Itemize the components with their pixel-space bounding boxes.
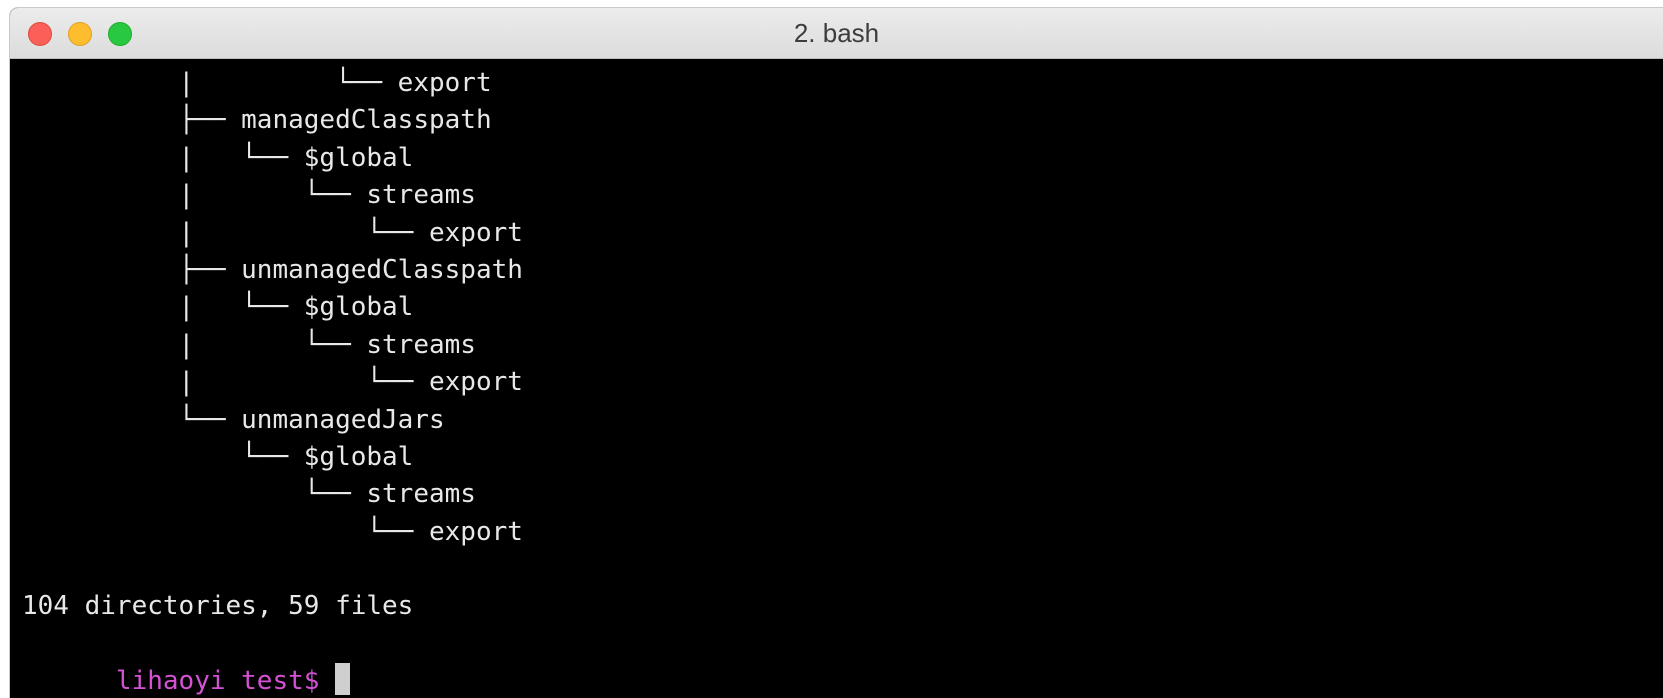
terminal-line: ├── managedClasspath — [22, 105, 492, 136]
title-bar[interactable]: 2. bash — [10, 8, 1663, 59]
terminal-line: | └── export — [22, 367, 523, 398]
window-title: 2. bash — [793, 18, 880, 48]
terminal-line: | └── streams — [22, 180, 476, 211]
terminal-line: └── export — [22, 516, 523, 547]
terminal-window: 2. bash | └── export ├── managedClasspat… — [10, 8, 1663, 698]
prompt-line[interactable]: lihaoyi test$ — [22, 626, 1663, 696]
terminal-line: | └── export — [22, 68, 492, 98]
terminal-output[interactable]: | └── export ├── managedClasspath | └── … — [10, 59, 1663, 698]
terminal-line: | └── streams — [22, 329, 476, 360]
terminal-line: | └── $global — [22, 292, 414, 323]
shell-prompt: lihaoyi test$ — [115, 666, 336, 697]
terminal-line: | └── export — [22, 217, 523, 248]
terminal-line: ├── unmanagedClasspath — [22, 254, 523, 285]
tree-summary: 104 directories, 59 files — [22, 591, 414, 622]
terminal-line: └── $global — [22, 441, 414, 472]
text-cursor — [335, 663, 351, 696]
terminal-line: └── unmanagedJars — [22, 404, 445, 435]
terminal-line: | └── $global — [22, 142, 414, 173]
terminal-line: └── streams — [22, 479, 476, 510]
